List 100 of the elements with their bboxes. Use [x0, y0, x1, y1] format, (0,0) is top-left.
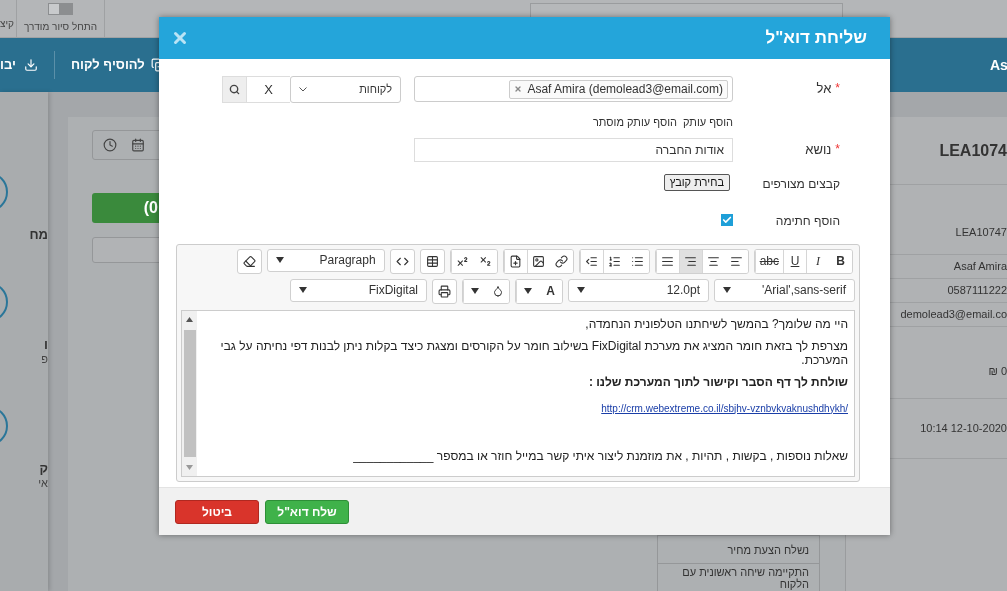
- calendar-icon[interactable]: [131, 138, 145, 152]
- droplet-icon: [491, 285, 504, 297]
- recipient-chip[interactable]: Asaf Amira (demolead3@email.com): [509, 79, 728, 99]
- signature-label: הוסף חתימה: [775, 213, 840, 228]
- image-icon: [532, 254, 546, 268]
- caret-icon: [299, 287, 307, 293]
- table-icon: [425, 254, 439, 268]
- subject-field[interactable]: אודות החברה: [414, 137, 733, 162]
- clear-format-button[interactable]: [236, 248, 262, 274]
- remove-icon[interactable]: [514, 85, 523, 93]
- indent-button[interactable]: [579, 249, 603, 273]
- link-button[interactable]: [549, 249, 573, 273]
- bullet-list-button[interactable]: [625, 249, 649, 273]
- superscript-icon: [456, 254, 470, 268]
- cancel-button[interactable]: ביטול: [175, 499, 259, 524]
- file-plus-icon: [509, 254, 523, 268]
- caret-icon: [723, 287, 731, 293]
- caret-icon: [524, 288, 532, 294]
- scrollbar[interactable]: [182, 310, 197, 476]
- paragraph: שאלות נוספות , בקשות , תהיות , את מוזמנת ליצור איתי קשר במייל חוזר או במספר ____________: [352, 448, 848, 463]
- sidebar-label: ק: [39, 462, 48, 476]
- to-label: אל: [816, 80, 832, 98]
- scroll-up-icon[interactable]: [186, 316, 193, 322]
- detail-value: ₪ 0: [988, 364, 1007, 380]
- bold-button[interactable]: B: [829, 249, 852, 273]
- subscript-button[interactable]: [473, 249, 497, 273]
- caret-icon: [471, 288, 479, 294]
- image-button[interactable]: [526, 249, 550, 273]
- underline-button[interactable]: U: [783, 249, 806, 273]
- tour-toggle[interactable]: [48, 3, 73, 15]
- italic-button[interactable]: I: [806, 249, 829, 273]
- background-color-button[interactable]: [486, 279, 509, 303]
- outdent-icon: [585, 254, 599, 268]
- eraser-icon: [242, 254, 256, 268]
- import-button[interactable]: יבו: [0, 55, 38, 75]
- detail-value: LEA10747: [955, 225, 1007, 241]
- cc-link[interactable]: הוסף עותק מוסתר: [593, 114, 677, 131]
- activity-row[interactable]: התקיימה שיחה ראשונית עם הלקוח: [657, 563, 820, 591]
- count-button[interactable]: (0: [92, 193, 160, 223]
- bold-paragraph: שולחת לך דף הסבר וקישור לתוך המערכת שלנו :: [587, 374, 848, 389]
- scroll-thumb[interactable]: [183, 329, 196, 457]
- record-id: LEA1074: [939, 140, 1007, 161]
- chevron-down-icon: [299, 87, 307, 92]
- text-color-dropdown[interactable]: [516, 279, 539, 303]
- search-field[interactable]: [530, 3, 843, 17]
- text-color-button[interactable]: A: [539, 279, 562, 303]
- dialog-title: שליחת דוא"ל: [765, 27, 868, 50]
- detail-value: demolead3@email.co: [900, 307, 1007, 323]
- style-select[interactable]: FixDigital: [290, 278, 427, 302]
- sidebar-label: מח: [29, 228, 48, 242]
- table-button[interactable]: [419, 248, 445, 274]
- align-right-icon: [684, 254, 698, 268]
- align-left-icon: [729, 254, 743, 268]
- source-select[interactable]: לקוחות: [290, 76, 401, 103]
- paragraph: מצרפת לך בזאת חומר המציג את מערכת FixDigital בשילוב חומר על הקורסים ומצגת כיצד בקלות ניתן לבנות דפי נחיתה על גבי המערכת.: [219, 338, 848, 367]
- required-mark: *: [835, 80, 840, 97]
- search-button[interactable]: [222, 76, 247, 103]
- caret-icon: [577, 287, 585, 293]
- search-icon: [229, 84, 240, 95]
- bullet-list-icon: [630, 254, 644, 268]
- new-document-button[interactable]: [503, 249, 527, 273]
- sidebar-label: אי: [38, 476, 48, 490]
- download-icon: [23, 58, 38, 72]
- font-size-select[interactable]: 12.0pt: [568, 278, 709, 302]
- cc-link[interactable]: הוסף עותק: [683, 114, 733, 131]
- activity-row[interactable]: נשלח הצעת מחיר: [657, 535, 820, 563]
- paragraph: היי מה שלומך? בהמשך לשיחתנו הטלפונית הנחמדה,: [584, 316, 848, 331]
- align-center-icon: [707, 254, 721, 268]
- clock-icon[interactable]: [103, 138, 117, 152]
- subject-label: נושא: [805, 140, 832, 159]
- link[interactable]: http://crm.webextreme.co.il/sbjhv-vznbvkvaknushdhykh/: [601, 402, 848, 414]
- menu-label[interactable]: קיצ: [0, 16, 14, 31]
- align-left-button[interactable]: [724, 249, 748, 273]
- print-button[interactable]: [432, 278, 457, 304]
- customer-name: As: [990, 55, 1007, 75]
- detail-value: 10:14 12-10-2020: [920, 421, 1007, 437]
- align-center-button[interactable]: [701, 249, 725, 273]
- required-mark: *: [835, 140, 840, 158]
- input-field[interactable]: [92, 237, 160, 263]
- background-color-dropdown[interactable]: [463, 279, 486, 303]
- link-icon: [554, 254, 568, 268]
- recipients-field[interactable]: Asaf Amira (demolead3@email.com): [414, 76, 733, 102]
- font-select[interactable]: Arial',sans-serif': [714, 278, 855, 302]
- detail-value: 0587111222: [947, 283, 1007, 299]
- subscript-icon: [478, 254, 492, 268]
- align-right-button[interactable]: [678, 249, 702, 273]
- block-format-select[interactable]: Paragraph: [266, 248, 385, 272]
- detail-value: Asaf Amira: [953, 259, 1007, 275]
- tour-label: התחל סיור מודרך: [23, 20, 98, 34]
- numbered-list-button[interactable]: [602, 249, 626, 273]
- signature-checkbox[interactable]: [721, 213, 733, 226]
- choose-file-button[interactable]: בחירת קובץ: [663, 173, 730, 191]
- caret-icon: [275, 257, 284, 263]
- strikethrough-button[interactable]: abc: [754, 249, 783, 273]
- attachments-label: קבצים מצורפים: [762, 176, 840, 191]
- superscript-button[interactable]: [450, 249, 474, 273]
- align-justify-button[interactable]: [655, 249, 679, 273]
- numbered-list-icon: [608, 254, 622, 268]
- source-code-button[interactable]: [389, 248, 415, 274]
- print-icon: [438, 284, 451, 298]
